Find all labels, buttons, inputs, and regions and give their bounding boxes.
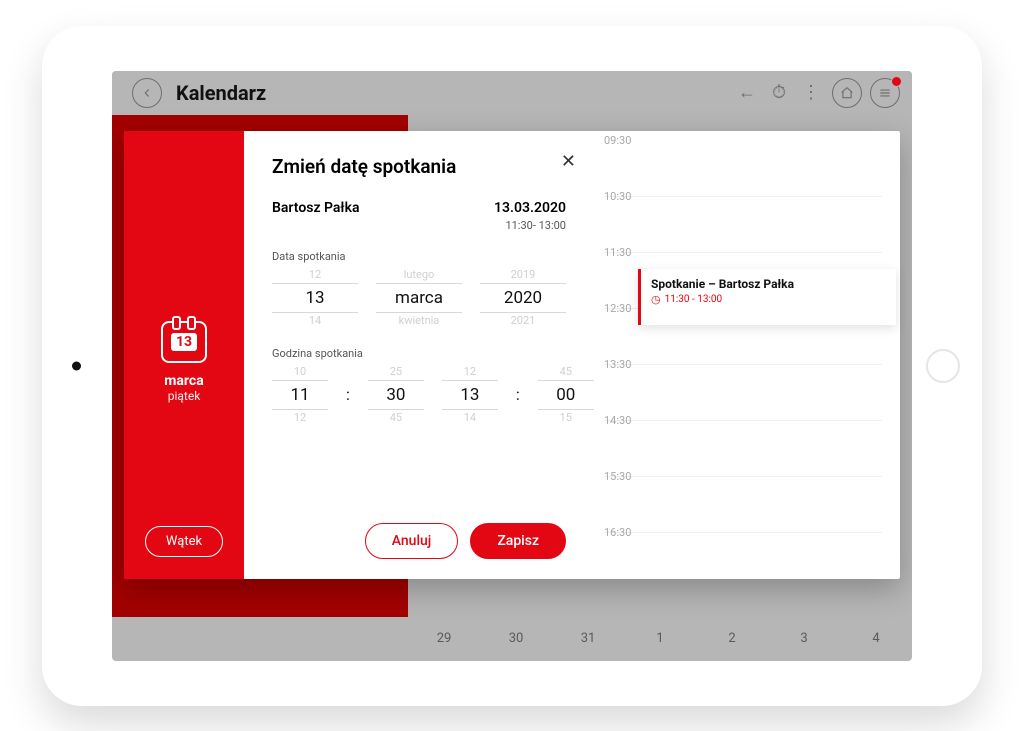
person-name: Bartosz Pałka [272, 200, 360, 216]
home-icon[interactable] [832, 78, 862, 108]
time-picker[interactable]: 10 11 12 : 25 30 45 12 13 14 [272, 364, 566, 426]
page-title: Kalendarz [176, 81, 266, 105]
tablet-frame: Kalendarz ← ⏱ ⋮ 13 marca [42, 26, 982, 706]
time-slot: 10:30 [604, 190, 631, 203]
date-picker[interactable]: 12 13 14 lutego marca kwietnia 2019 2020… [272, 267, 566, 329]
calendar-icon: 13 [161, 321, 207, 363]
close-icon[interactable]: ✕ [561, 151, 576, 172]
sidebar-month: marca [164, 373, 203, 389]
agenda-panel: 09:30 10:30 11:30 12:30 13:30 14:30 15:3… [594, 131, 900, 579]
date-sidebar: 13 marca piątek Wątek [124, 131, 244, 579]
date-label: Data spotkania [272, 250, 566, 263]
meeting-date: 13.03.2020 [494, 200, 566, 216]
tablet-home-button[interactable] [926, 349, 960, 383]
top-bar: Kalendarz ← ⏱ ⋮ [112, 71, 912, 115]
time-slot: 09:30 [604, 134, 631, 147]
day-cell[interactable]: 3 [768, 631, 840, 646]
meeting-time: 11:30- 13:00 [272, 219, 566, 232]
cancel-button[interactable]: Anuluj [365, 523, 459, 559]
time-slot: 13:30 [604, 358, 631, 371]
day-cell[interactable]: 2 [696, 631, 768, 646]
time-label: Godzina spotkania [272, 347, 566, 360]
event-title: Spotkanie – Bartosz Pałka [651, 277, 886, 291]
time-slot: 12:30 [604, 302, 631, 315]
time-slot: 15:30 [604, 470, 631, 483]
timer-icon[interactable]: ⏱ [766, 82, 792, 103]
save-button[interactable]: Zapisz [470, 523, 566, 559]
time-slot: 16:30 [604, 526, 631, 539]
day-cell[interactable]: 1 [624, 631, 696, 646]
form-panel: ✕ Zmień datę spotkania Bartosz Pałka 13.… [244, 131, 594, 579]
nav-back-icon[interactable]: ← [734, 82, 760, 103]
day-cell[interactable]: 4 [840, 631, 912, 646]
back-icon[interactable] [132, 78, 162, 108]
time-slot: 11:30 [604, 246, 631, 259]
sidebar-day-number: 13 [171, 333, 197, 351]
app-screen: Kalendarz ← ⏱ ⋮ 13 marca [112, 71, 912, 661]
more-icon[interactable]: ⋮ [798, 82, 824, 103]
sidebar-dow: piątek [168, 389, 201, 403]
notification-badge [891, 76, 902, 87]
day-cell[interactable]: 30 [480, 631, 552, 646]
thread-button[interactable]: Wątek [145, 526, 223, 557]
menu-icon[interactable] [870, 78, 900, 108]
tablet-camera [72, 361, 81, 370]
agenda-event[interactable]: Spotkanie – Bartosz Pałka 11:30 - 13:00 [638, 269, 896, 325]
day-cell[interactable]: 29 [408, 631, 480, 646]
event-time: 11:30 - 13:00 [651, 293, 886, 306]
day-cell[interactable]: 31 [552, 631, 624, 646]
week-day-strip: 29 30 31 1 2 3 4 [408, 617, 912, 661]
modal-title: Zmień datę spotkania [272, 155, 566, 178]
edit-meeting-modal: 13 marca piątek Wątek ✕ Zmień datę spotk… [124, 131, 900, 579]
time-slot: 14:30 [604, 414, 631, 427]
